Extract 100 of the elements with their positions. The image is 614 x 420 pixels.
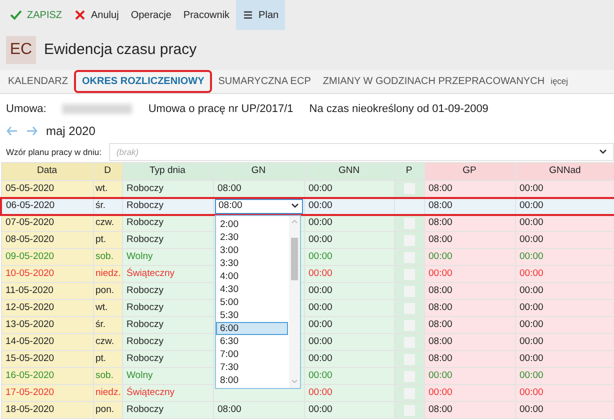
toolbar-button[interactable]: ZAPISZ — [4, 0, 68, 30]
table-cell: 10-05-2020 — [1, 266, 93, 282]
dropdown-option[interactable]: 5:00 — [216, 296, 288, 309]
checkbox[interactable] — [404, 370, 414, 382]
checkbox[interactable] — [404, 286, 414, 296]
table-cell: Roboczy — [122, 180, 213, 198]
table-cell: 00:00 — [515, 180, 614, 198]
column-header[interactable]: GN — [213, 162, 304, 180]
table-cell: śr. — [93, 316, 122, 334]
table-cell: 08-05-2020 — [1, 232, 93, 248]
dropdown-option[interactable]: 5:30 — [216, 309, 288, 322]
table-cell: 00:00 — [304, 334, 394, 350]
table-cell: niedz. — [93, 384, 122, 402]
toolbar-button[interactable]: Plan — [236, 0, 285, 30]
tab[interactable]: SUMARYCZNA ECP — [212, 72, 317, 91]
table-cell: 06-05-2020 — [1, 198, 93, 214]
table-cell: wt. — [93, 300, 122, 316]
toolbar-button[interactable]: Anuluj — [68, 0, 125, 30]
dropdown-option[interactable]: 7:00 — [216, 348, 288, 361]
table-cell: 00:00 — [515, 232, 614, 248]
table-cell: 00:00 — [304, 350, 394, 368]
table-cell: Roboczy — [122, 282, 213, 300]
checkbox[interactable] — [404, 336, 414, 348]
time-select[interactable]: 08:00 — [214, 200, 302, 212]
menu-icon — [242, 9, 254, 21]
check-icon — [10, 9, 22, 21]
month-label: maj 2020 — [46, 123, 96, 140]
column-header[interactable]: GP — [424, 162, 515, 180]
contract-period: Na czas nieokreślony od 01-09-2009 — [309, 102, 488, 117]
table-cell: Roboczy — [122, 232, 213, 248]
dropdown-option[interactable]: 3:30 — [216, 257, 288, 270]
checkbox[interactable] — [404, 268, 414, 280]
checkbox[interactable] — [404, 404, 414, 416]
chevron-down-icon — [599, 149, 607, 155]
table-cell: Roboczy — [122, 350, 213, 368]
contract-label: Umowa: — [6, 102, 46, 117]
table-cell: 00:00 — [424, 248, 515, 266]
checkbox[interactable] — [404, 354, 414, 364]
table-cell: 08:00 — [424, 232, 515, 248]
toolbar-button[interactable]: Operacje — [124, 0, 178, 30]
tab[interactable]: OKRES ROZLICZENIOWY — [74, 70, 212, 93]
table-cell: 00:00 — [304, 180, 394, 198]
table-cell: 14-05-2020 — [1, 334, 93, 350]
more-tabs-link[interactable]: ięcej — [550, 75, 568, 88]
previous-arrow-icon[interactable] — [6, 125, 18, 137]
table-cell: Roboczy — [122, 316, 213, 334]
table-cell: pt. — [93, 232, 122, 248]
app-badge: EC — [6, 36, 36, 64]
table-cell: 00:00 — [424, 266, 515, 282]
table-cell: Świąteczny — [122, 266, 213, 282]
table-cell: 00:00 — [515, 368, 614, 384]
contract-type: Umowa o pracę nr UP/2017/1 — [148, 102, 294, 117]
plan-pattern-label: Wzór planu pracy w dniu: — [6, 146, 102, 158]
column-header[interactable]: GNNad — [515, 162, 614, 180]
table-cell: 00:00 — [515, 334, 614, 350]
table-cell: 00:00 — [304, 266, 394, 282]
dropdown-option[interactable]: 3:00 — [216, 244, 288, 257]
checkbox[interactable] — [404, 320, 414, 330]
column-header[interactable]: D — [93, 162, 122, 180]
table-cell: 16-05-2020 — [1, 368, 93, 384]
table-cell: 00:00 — [515, 266, 614, 282]
dropdown-option[interactable]: 6:00 — [216, 322, 288, 335]
chevron-down-icon — [290, 203, 298, 209]
dropdown-option[interactable]: 7:30 — [216, 361, 288, 374]
table-cell: niedz. — [93, 266, 122, 282]
table-cell: 00:00 — [424, 384, 515, 402]
toolbar-button[interactable]: Pracownik — [177, 0, 236, 30]
table-cell: Świąteczny — [122, 384, 213, 402]
tab[interactable]: ZMIANY W GODZINACH PRZEPRACOWANYCH — [316, 72, 551, 91]
table-cell: 00:00 — [515, 402, 614, 418]
table-cell: 08:00 — [424, 180, 515, 198]
table-cell: Roboczy — [122, 334, 213, 350]
table-cell: 00:00 — [515, 198, 614, 214]
table-cell: Wolny — [122, 368, 213, 384]
checkbox[interactable] — [404, 302, 414, 314]
table-cell: sob. — [93, 368, 122, 384]
table-cell: 05-05-2020 — [1, 180, 93, 198]
table-cell: 00:00 — [515, 282, 614, 300]
scrollbar[interactable] — [289, 216, 300, 388]
next-arrow-icon[interactable] — [26, 125, 38, 137]
checkbox[interactable] — [404, 388, 414, 398]
checkbox[interactable] — [404, 234, 414, 246]
column-header[interactable]: Data — [1, 162, 93, 180]
table-cell: 08:00 — [424, 300, 515, 316]
checkbox[interactable] — [404, 218, 414, 229]
table-cell: 00:00 — [515, 384, 614, 402]
table-cell: 17-05-2020 — [1, 384, 93, 402]
table-cell: sob. — [93, 248, 122, 266]
checkbox[interactable] — [404, 183, 414, 194]
table-cell: 00:00 — [515, 350, 614, 368]
column-header[interactable]: Typ dnia — [122, 162, 213, 180]
page-title: Ewidencja czasu pracy — [44, 40, 197, 60]
table-cell: Roboczy — [122, 402, 213, 418]
tab[interactable]: KALENDARZ — [2, 72, 74, 91]
table-cell: 00:00 — [304, 316, 394, 334]
dropdown-option[interactable]: 8:00 — [216, 374, 288, 387]
column-header[interactable]: GNN — [304, 162, 394, 180]
column-header[interactable]: P — [394, 162, 424, 180]
table-cell: 00:00 — [304, 368, 394, 384]
checkbox[interactable] — [404, 252, 414, 262]
